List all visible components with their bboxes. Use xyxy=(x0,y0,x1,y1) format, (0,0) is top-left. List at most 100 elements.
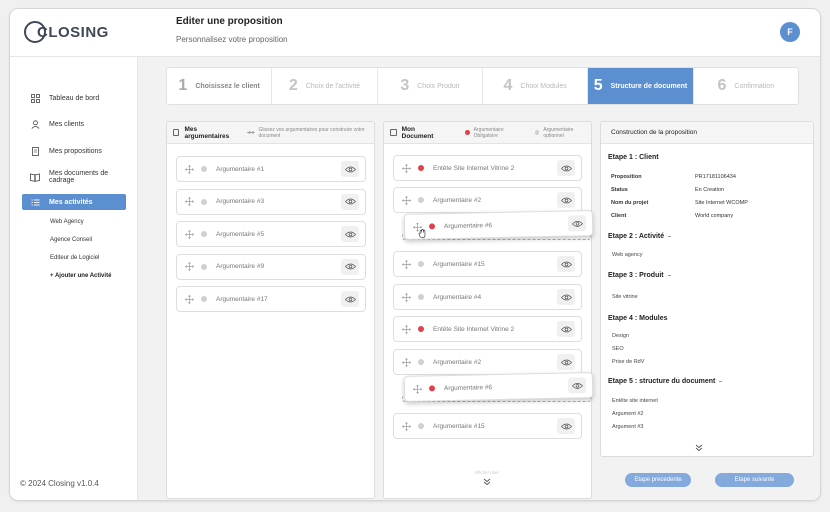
argument-card[interactable]: Argumentaire #6 xyxy=(403,210,594,240)
sidebar-item-proposals[interactable]: Mes propositions xyxy=(22,143,126,159)
eye-icon[interactable] xyxy=(557,354,575,370)
step-number: 1 xyxy=(178,77,188,94)
drag-handle-icon[interactable] xyxy=(402,195,411,205)
legend-optional-text: Argumentaire optionnel xyxy=(543,126,574,139)
argument-label: Argumentaire #15 xyxy=(433,260,485,268)
optional-dot xyxy=(201,296,207,302)
drag-handle-icon[interactable] xyxy=(402,357,411,367)
summary-step4-title: Etape 4 : Modules xyxy=(608,315,668,322)
step-5[interactable]: 5 Structure de document xyxy=(588,68,694,104)
sidebar-item-label: Mes clients xyxy=(49,120,85,128)
step-4[interactable]: 4 Choix Modules xyxy=(483,68,589,104)
argument-card[interactable]: Entête Site Internet Vitrine 2 xyxy=(393,155,582,181)
drag-handle-icon[interactable] xyxy=(402,292,411,302)
document-icon xyxy=(390,129,397,136)
chevron-down-icon[interactable] xyxy=(695,444,703,452)
argument-label: Argumentaire #6 xyxy=(443,221,493,230)
section-title: Etape 1 : Client xyxy=(608,154,659,161)
divider xyxy=(719,381,723,382)
legend-optional: Argumentaire optionnel xyxy=(534,126,591,139)
sidebar-item-activities[interactable]: Mes activités xyxy=(22,194,126,210)
eye-icon[interactable] xyxy=(567,377,587,394)
drag-handle-icon[interactable] xyxy=(402,163,411,173)
step-3[interactable]: 3 Choix Produit xyxy=(378,68,483,104)
section-title: Etape 3 : Produit xyxy=(608,272,664,279)
argument-card[interactable]: Argumentaire #2 xyxy=(393,187,582,213)
avatar[interactable]: F xyxy=(780,22,800,42)
grab-cursor-icon xyxy=(418,228,427,240)
eye-icon[interactable] xyxy=(557,418,575,434)
optional-dot xyxy=(201,166,207,172)
eye-icon[interactable] xyxy=(557,289,575,305)
eye-icon[interactable] xyxy=(341,161,359,177)
step-number: 5 xyxy=(593,77,603,94)
argument-label: Argumentaire #3 xyxy=(216,198,265,205)
step-6[interactable]: 6 Confirmation xyxy=(694,68,798,104)
argument-card[interactable]: Argumentaire #2 xyxy=(393,349,582,375)
drag-handle-icon[interactable] xyxy=(402,421,411,431)
sidebar: Tableau de bord Mes clients Mes proposit… xyxy=(10,57,138,500)
argument-card[interactable]: Argumentaire #6 xyxy=(403,372,594,402)
chevron-down-icon[interactable] xyxy=(483,478,491,486)
logo[interactable]: CLOSING xyxy=(24,19,109,45)
eye-icon[interactable] xyxy=(341,193,359,210)
argument-card[interactable]: Argumentaire #1 xyxy=(176,156,366,182)
eye-icon[interactable] xyxy=(557,321,575,337)
step-2[interactable]: 2 Choix de l'activité xyxy=(272,68,378,104)
argument-label: Entête Site Internet Vitrine 2 xyxy=(433,164,515,172)
drag-handle-icon[interactable] xyxy=(185,164,194,174)
drag-handle-icon[interactable] xyxy=(185,197,194,206)
argument-card[interactable]: Entête Site Internet Vitrine 2 xyxy=(393,316,582,342)
step-label: Structure de document xyxy=(610,82,688,90)
show-more-text[interactable]: Afficher plus xyxy=(474,470,499,475)
argument-label: Argumentaire #6 xyxy=(443,383,493,392)
argument-card[interactable]: Argumentaire #17 xyxy=(176,286,366,312)
argument-card[interactable]: Argumentaire #3 xyxy=(176,188,366,215)
step-number: 4 xyxy=(503,77,513,94)
argument-card[interactable]: Argumentaire #15 xyxy=(393,413,582,439)
eye-icon[interactable] xyxy=(567,215,587,232)
summary-item: Web agency xyxy=(612,252,643,258)
required-dot xyxy=(465,130,470,135)
eye-icon[interactable] xyxy=(341,291,359,307)
drag-handle-icon[interactable] xyxy=(185,262,194,271)
step-1[interactable]: 1 Choisissez le client xyxy=(167,68,273,104)
eye-icon[interactable] xyxy=(557,256,575,272)
summary-step1-title: Etape 1 : Client xyxy=(608,154,659,161)
argument-card[interactable]: Argumentaire #9 xyxy=(176,253,366,280)
next-step-button[interactable]: Etape suivante xyxy=(715,473,794,487)
argument-card[interactable]: Argumentaire #15 xyxy=(393,251,582,277)
summary-panel-header: Construction de la proposition xyxy=(601,122,813,144)
eye-icon[interactable] xyxy=(341,226,359,242)
eye-icon[interactable] xyxy=(341,258,359,275)
book-icon xyxy=(30,172,40,182)
page-header: Editer une proposition Personnalisez vot… xyxy=(176,16,288,44)
add-activity-link[interactable]: + Ajouter une Activité xyxy=(50,273,111,279)
drag-handle-icon[interactable] xyxy=(402,324,411,334)
previous-step-button[interactable]: Etape precedente xyxy=(625,473,691,487)
row-key: Client xyxy=(611,213,627,219)
sidebar-subitem-web-agency[interactable]: Web Agency xyxy=(50,219,84,225)
row-key: Proposition xyxy=(611,174,642,180)
drag-handle-icon[interactable] xyxy=(185,294,194,304)
sidebar-subitem-agence-conseil[interactable]: Agence Conseil xyxy=(50,237,92,243)
optional-dot xyxy=(418,197,424,203)
drag-handle-icon[interactable] xyxy=(185,229,194,239)
eye-icon[interactable] xyxy=(557,160,575,176)
user-icon xyxy=(30,119,40,129)
sidebar-item-dashboard[interactable]: Tableau de bord xyxy=(22,90,126,106)
sidebar-subitem-editeur-logiciel[interactable]: Editeur de Logiciel xyxy=(50,255,99,261)
sidebar-item-label: Mes propositions xyxy=(49,147,102,155)
step-number: 6 xyxy=(717,77,727,94)
document-icon xyxy=(30,146,40,156)
drag-handle-icon[interactable] xyxy=(413,384,422,394)
sidebar-item-clients[interactable]: Mes clients xyxy=(22,116,126,132)
argument-label: Argumentaire #5 xyxy=(216,230,265,238)
eye-icon[interactable] xyxy=(557,192,575,208)
argument-card[interactable]: Argumentaire #4 xyxy=(393,284,582,310)
drag-hint-text: Glissez vos argumentaires pour construir… xyxy=(258,126,365,139)
argument-card[interactable]: Argumentaire #5 xyxy=(176,221,366,247)
sidebar-item-framing-docs[interactable]: Mes documents de cadrage xyxy=(22,169,126,185)
drag-handle-icon[interactable] xyxy=(402,259,411,269)
argument-label: Argumentaire #15 xyxy=(433,422,485,430)
